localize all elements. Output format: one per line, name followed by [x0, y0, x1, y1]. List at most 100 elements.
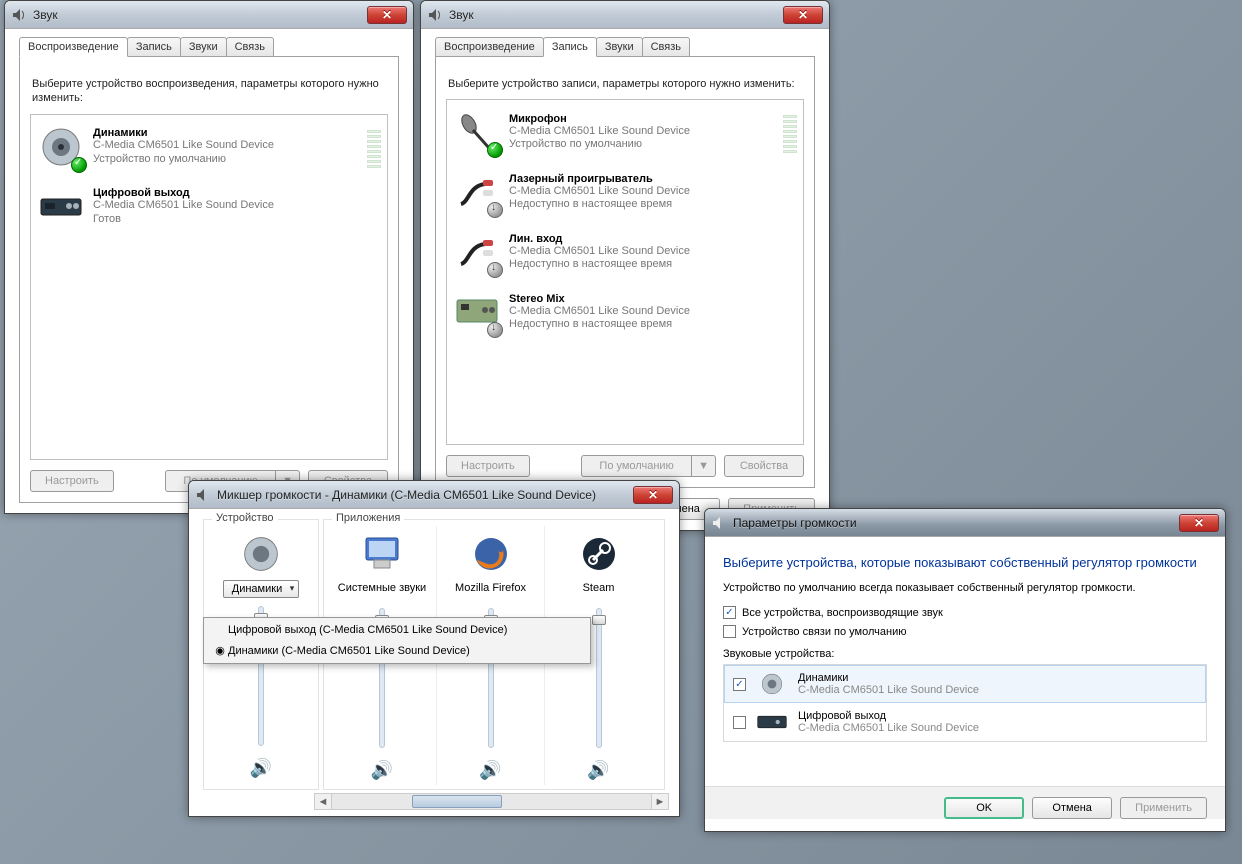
mute-toggle-icon[interactable]: [479, 760, 501, 781]
group-apps-label: Приложения: [332, 512, 404, 524]
horizontal-scrollbar[interactable]: ◄ ►: [314, 793, 669, 810]
speaker-device-icon[interactable]: [239, 532, 283, 576]
properties-button[interactable]: Свойства: [724, 455, 804, 477]
unavailable-badge-icon: [487, 202, 503, 218]
device-name: Динамики: [798, 672, 979, 684]
tab-comm[interactable]: Связь: [642, 37, 690, 57]
device-dropdown[interactable]: Динамики: [223, 580, 299, 598]
app-label: Steam: [583, 580, 615, 600]
device-name: Цифровой выход: [798, 710, 979, 722]
sound-recording-window: Звук Воспроизведение Запись Звуки Связь …: [420, 0, 830, 531]
firefox-icon[interactable]: [469, 532, 513, 576]
sound-device-row-speakers[interactable]: ✓ Динамики C-Media CM6501 Like Sound Dev…: [724, 665, 1206, 703]
device-row-stereo-mix[interactable]: Stereo Mix C-Media CM6501 Like Sound Dev…: [449, 282, 801, 342]
tab-sounds[interactable]: Звуки: [596, 37, 643, 57]
mute-toggle-icon[interactable]: [587, 760, 609, 781]
device-sub1: C-Media CM6501 Like Sound Device: [509, 245, 797, 259]
tab-recording[interactable]: Запись: [127, 37, 181, 57]
set-default-dropdown-icon[interactable]: ▼: [691, 455, 716, 477]
device-name: Микрофон: [509, 113, 779, 125]
sound-playback-titlebar[interactable]: Звук: [5, 1, 413, 29]
recording-instruction: Выберите устройство записи, параметры ко…: [448, 77, 802, 91]
tab-comm[interactable]: Связь: [226, 37, 274, 57]
set-default-button[interactable]: По умолчанию ▼: [581, 455, 716, 477]
configure-button[interactable]: Настроить: [446, 455, 530, 477]
device-sub: C-Media CM6501 Like Sound Device: [798, 722, 979, 734]
close-icon[interactable]: [633, 486, 673, 504]
tab-playback[interactable]: Воспроизведение: [19, 37, 128, 57]
checkbox-unchecked-icon[interactable]: [733, 716, 746, 729]
rca-cable-icon: [453, 168, 501, 216]
close-icon[interactable]: [783, 6, 823, 24]
system-sounds-icon[interactable]: [360, 532, 404, 576]
group-device-label: Устройство: [212, 512, 278, 524]
set-default-main[interactable]: По умолчанию: [581, 455, 691, 477]
device-row-speakers[interactable]: Динамики C-Media CM6501 Like Sound Devic…: [33, 117, 385, 177]
device-row-cd-audio[interactable]: Лазерный проигрыватель C-Media CM6501 Li…: [449, 162, 801, 222]
volume-params-window: Параметры громкости Выберите устройства,…: [704, 508, 1226, 832]
dropdown-item-speakers[interactable]: ◉ Динамики (C-Media CM6501 Like Sound De…: [206, 640, 588, 661]
volparams-body: Выберите устройства, которые показывают …: [705, 537, 1225, 831]
sound-playback-window: Звук Воспроизведение Запись Звуки Связь …: [4, 0, 414, 514]
device-sub2: Устройство по умолчанию: [93, 153, 363, 167]
checkbox-label: Все устройства, воспроизводящие звук: [742, 607, 943, 619]
checkbox-all-devices[interactable]: ✓ Все устройства, воспроизводящие звук: [723, 606, 1207, 619]
tab-sounds[interactable]: Звуки: [180, 37, 227, 57]
scroll-left-icon[interactable]: ◄: [315, 794, 332, 809]
checkbox-checked-icon[interactable]: ✓: [733, 678, 746, 691]
speaker-icon: [37, 123, 85, 171]
sound-recording-titlebar[interactable]: Звук: [421, 1, 829, 29]
tab-recording[interactable]: Запись: [543, 37, 597, 57]
volparams-titlebar[interactable]: Параметры громкости: [705, 509, 1225, 537]
speaker-icon: [754, 672, 790, 696]
dropdown-item-label: Динамики (C-Media CM6501 Like Sound Devi…: [228, 645, 470, 657]
dropdown-item-label: Цифровой выход (C-Media CM6501 Like Soun…: [228, 624, 507, 636]
device-row-line-in[interactable]: Лин. вход C-Media CM6501 Like Sound Devi…: [449, 222, 801, 282]
steam-icon[interactable]: [577, 532, 621, 576]
checkbox-comm-default[interactable]: Устройство связи по умолчанию: [723, 625, 1207, 638]
device-row-microphone[interactable]: Микрофон C-Media CM6501 Like Sound Devic…: [449, 102, 801, 162]
device-row-digital-out[interactable]: Цифровой выход C-Media CM6501 Like Sound…: [33, 177, 385, 237]
receiver-icon: [754, 710, 790, 734]
sound-recording-tabs: Воспроизведение Запись Звуки Связь: [435, 37, 815, 57]
sound-devices-list: ✓ Динамики C-Media CM6501 Like Sound Dev…: [723, 664, 1207, 742]
checkbox-checked-icon: ✓: [723, 606, 736, 619]
device-dropdown-menu: Цифровой выход (C-Media CM6501 Like Soun…: [203, 617, 591, 664]
tab-playback[interactable]: Воспроизведение: [435, 37, 544, 57]
mixer-body: Устройство Динамики Приложения Системные…: [189, 509, 679, 816]
level-meter: [367, 126, 381, 168]
mute-toggle-icon[interactable]: [371, 760, 393, 781]
app-label: Mozilla Firefox: [455, 580, 526, 600]
sound-playback-tabs: Воспроизведение Запись Звуки Связь: [19, 37, 399, 57]
device-sub1: C-Media CM6501 Like Sound Device: [509, 185, 797, 199]
volume-mixer-window: Микшер громкости - Динамики (C-Media CM6…: [188, 480, 680, 817]
ok-button[interactable]: OK: [944, 797, 1024, 819]
sound-recording-body: Воспроизведение Запись Звуки Связь Выбер…: [421, 29, 829, 530]
radio-selected-icon: ◉: [212, 644, 228, 657]
default-badge-icon: [71, 157, 87, 173]
apply-button[interactable]: Применить: [1120, 797, 1207, 819]
scroll-right-icon[interactable]: ►: [651, 794, 668, 809]
mixer-titlebar[interactable]: Микшер громкости - Динамики (C-Media CM6…: [189, 481, 679, 509]
device-sub2: Готов: [93, 213, 381, 227]
cancel-button[interactable]: Отмена: [1032, 797, 1112, 819]
dropdown-item-digital-out[interactable]: Цифровой выход (C-Media CM6501 Like Soun…: [206, 620, 588, 640]
checkbox-unchecked-icon: [723, 625, 736, 638]
sound-icon: [427, 7, 443, 23]
mute-toggle-icon[interactable]: [250, 758, 272, 779]
app-volume-slider[interactable]: [596, 608, 602, 748]
sound-icon: [195, 487, 211, 503]
sound-device-row-digital-out[interactable]: Цифровой выход C-Media CM6501 Like Sound…: [724, 703, 1206, 741]
close-icon[interactable]: [1179, 514, 1219, 532]
scrollbar-thumb[interactable]: [412, 795, 502, 808]
device-sub2: Недоступно в настоящее время: [509, 258, 797, 272]
device-sub2: Устройство по умолчанию: [509, 138, 779, 152]
close-icon[interactable]: [367, 6, 407, 24]
recording-device-list: Микрофон C-Media CM6501 Like Sound Devic…: [446, 99, 804, 445]
level-meter: [783, 111, 797, 153]
device-name: Цифровой выход: [93, 187, 381, 199]
configure-button[interactable]: Настроить: [30, 470, 114, 492]
checkbox-label: Устройство связи по умолчанию: [742, 626, 906, 638]
sound-recording-title: Звук: [449, 8, 777, 22]
rca-cable-icon: [453, 228, 501, 276]
